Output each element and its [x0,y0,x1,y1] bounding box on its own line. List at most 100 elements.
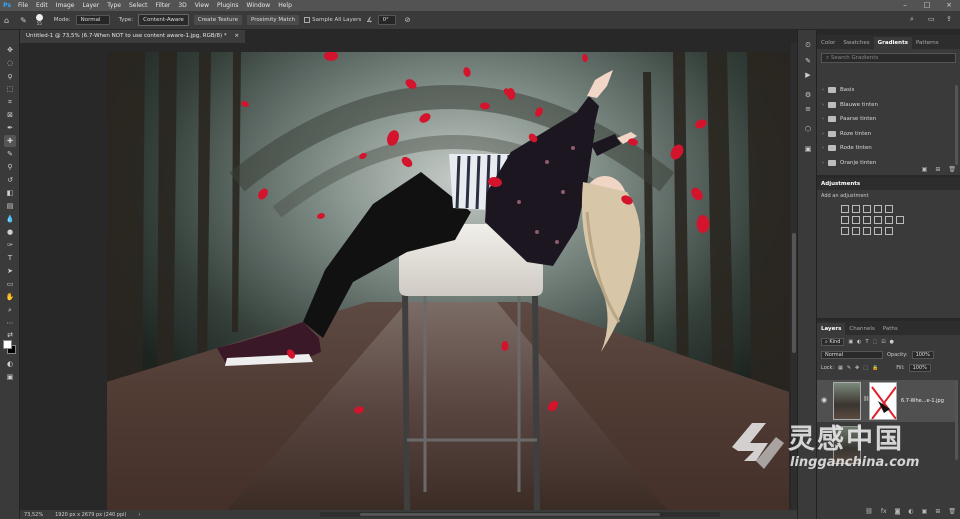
channel-mixer-icon[interactable] [885,216,893,224]
share-icon[interactable]: ⇪ [946,15,954,23]
kind-filter-select[interactable]: ⌕ Kind [821,337,845,346]
black-white-icon[interactable] [863,216,871,224]
crop-tool-icon[interactable]: ⌗ [4,96,16,108]
properties-panel-icon[interactable]: ⚙ [803,90,813,100]
hand-tool-icon[interactable]: ✋ [4,291,16,303]
libraries-panel-icon[interactable]: ▣ [803,144,813,154]
dodge-tool-icon[interactable]: ● [4,226,16,238]
actions-panel-icon[interactable]: ▶ [803,70,813,80]
hue-saturation-icon[interactable] [841,216,849,224]
spot-healing-tool-icon[interactable]: ✎ [20,16,27,25]
menu-plugins[interactable]: Plugins [213,2,243,9]
close-window-icon[interactable]: × [938,0,960,11]
menu-file[interactable]: File [14,2,32,9]
lock-pixels-icon[interactable]: ✎ [847,365,851,371]
lasso-tool-icon[interactable]: ϙ [4,70,16,82]
folder-row-roze[interactable]: › Roze tinten [817,127,954,142]
levels-icon[interactable] [852,205,860,213]
folder-row-basis[interactable]: › Basis [817,83,954,98]
brush-tool-icon[interactable]: ✎ [4,148,16,160]
tab-patterns[interactable]: Patterns [912,37,943,49]
marquee-tool-icon[interactable]: ◌ [4,57,16,69]
tab-paths[interactable]: Paths [879,323,902,335]
posterize-icon[interactable] [852,227,860,235]
angle-input[interactable]: 0° [377,15,396,25]
home-icon[interactable]: ⌂ [4,16,9,25]
frame-tool-icon[interactable]: ⊠ [4,109,16,121]
menu-edit[interactable]: Edit [32,2,52,9]
menu-window[interactable]: Window [243,2,275,9]
selective-color-icon[interactable] [885,227,893,235]
lock-transparent-icon[interactable]: ▦ [838,365,843,371]
path-selection-tool-icon[interactable]: ➤ [4,265,16,277]
canvas-area[interactable] [20,43,791,510]
foreground-color-swatch[interactable] [3,340,12,349]
pen-tool-icon[interactable]: ✑ [4,239,16,251]
delete-icon[interactable]: 🗑 [948,166,956,173]
curves-icon[interactable] [863,205,871,213]
filter-adjustment-icon[interactable]: ◐ [857,339,861,345]
zoom-tool-icon[interactable]: ⌕ [4,304,16,316]
color-balance-icon[interactable] [852,216,860,224]
quick-mask-icon[interactable]: ◐ [4,358,16,370]
menu-3d[interactable]: 3D [174,2,190,9]
clone-stamp-tool-icon[interactable]: ⚲ [4,161,16,173]
layers-list-scrollbar[interactable] [955,380,958,460]
minimize-icon[interactable]: – [894,0,916,11]
filter-shape-icon[interactable]: ⬚ [873,339,878,345]
content-aware-button[interactable]: Content-Aware [138,14,189,26]
scrollbar-thumb[interactable] [792,233,796,353]
add-mask-icon[interactable]: ◙ [895,508,901,515]
spot-healing-brush-icon[interactable]: ✚ [4,135,16,147]
adjust-panel-icon[interactable]: ≡ [803,104,813,114]
gradient-map-icon[interactable] [874,227,882,235]
new-gradient-icon[interactable]: ⊞ [935,166,940,173]
new-group-icon[interactable]: ▣ [922,508,928,515]
status-arrow-icon[interactable]: › [138,512,140,518]
canvas-horizontal-scrollbar[interactable] [320,512,720,517]
folder-row-rode[interactable]: › Rode tinten [817,141,954,156]
filter-toggle-icon[interactable]: ● [890,339,894,345]
move-tool-icon[interactable]: ✥ [4,44,16,56]
document-tab[interactable]: Untitled-1 @ 73,5% (6.7-When NOT to use … [20,30,245,43]
folder-row-blauwe[interactable]: › Blauwe tinten [817,98,954,113]
new-group-icon[interactable]: ▣ [922,166,928,173]
scrollbar-thumb[interactable] [360,513,660,516]
fill-input[interactable]: 100% [908,363,931,372]
color-lookup-icon[interactable] [896,216,904,224]
threshold-icon[interactable] [863,227,871,235]
eraser-tool-icon[interactable]: ◧ [4,187,16,199]
menu-select[interactable]: Select [125,2,152,9]
tab-gradients[interactable]: Gradients [873,37,912,49]
create-texture-button[interactable]: Create Texture [193,15,242,25]
3d-panel-icon[interactable]: ⬡ [803,124,813,134]
menu-view[interactable]: View [191,2,213,9]
proximity-match-button[interactable]: Proximity Match [246,15,300,25]
search-icon[interactable]: ⌕ [910,15,918,23]
screen-mode-icon[interactable]: ▣ [4,371,16,383]
tab-color[interactable]: Color [817,37,839,49]
object-selection-tool-icon[interactable]: ⬚ [4,83,16,95]
pressure-size-icon[interactable]: ⊘ [405,16,411,24]
eyedropper-tool-icon[interactable]: ✒ [4,122,16,134]
workspace-icon[interactable]: ▭ [928,15,936,23]
filter-pixel-icon[interactable]: ▣ [848,339,853,345]
close-tab-icon[interactable]: × [234,33,239,39]
new-layer-icon[interactable]: ⊞ [935,508,940,515]
menu-help[interactable]: Help [274,2,296,9]
link-layers-icon[interactable]: ⛓ [865,508,873,515]
menu-type[interactable]: Type [103,2,125,9]
gradient-search-input[interactable]: ⌕ Search Gradients [821,53,956,63]
brightness-contrast-icon[interactable] [841,205,849,213]
photo-filter-icon[interactable] [874,216,882,224]
zoom-level[interactable]: 73,52% [24,512,43,518]
type-tool-icon[interactable]: T [4,252,16,264]
lock-all-icon[interactable]: 🔒 [872,365,878,371]
history-panel-icon[interactable]: ⏲ [803,40,813,50]
delete-layer-icon[interactable]: 🗑 [948,508,956,515]
blend-mode-select[interactable]: Normal [821,350,883,359]
opacity-input[interactable]: 100% [911,350,934,359]
gradient-tool-icon[interactable]: ▤ [4,200,16,212]
menu-image[interactable]: Image [52,2,79,9]
rectangle-tool-icon[interactable]: ▭ [4,278,16,290]
